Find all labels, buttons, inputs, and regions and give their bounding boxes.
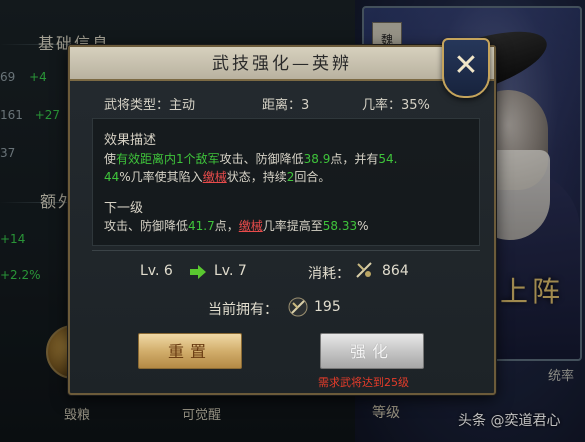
effect-description-line-2: 44%几率使其陷入缴械状态，持续2回合。 <box>104 168 330 185</box>
text: 攻击、防御降低 <box>219 152 304 166</box>
status-keyword[interactable]: 缴械 <box>203 170 227 184</box>
text: 点，并有 <box>330 152 379 166</box>
owned-value: 195 <box>314 299 341 315</box>
highlight-value: 38.9 <box>303 152 331 166</box>
text: 使 <box>104 152 117 166</box>
highlight-value: 41.7 <box>188 219 215 233</box>
reset-button[interactable]: 重置 <box>138 333 242 369</box>
text: 攻击、防御降低 <box>104 219 189 233</box>
text: 点， <box>214 219 239 233</box>
cost-label: 消耗： <box>308 266 350 282</box>
upgrade-requirement-text: 需求武将达到25级 <box>318 376 409 389</box>
effect-title: 效果描述 <box>104 133 157 148</box>
text: %几率使其陷入 <box>119 170 203 184</box>
dialog-title: 武技强化—英辨 <box>212 54 352 74</box>
next-level-title: 下一级 <box>104 201 144 216</box>
text: % <box>357 219 369 233</box>
highlight-value: 58.33 <box>322 219 358 233</box>
highlight-text: 有效距离内1个敌军 <box>116 152 220 166</box>
rate-info: 几率：35% <box>362 98 430 113</box>
highlight-value: 54. <box>378 152 398 166</box>
scroll-icon <box>356 262 372 278</box>
current-level: Lv. 6 <box>140 263 173 279</box>
range-info: 距离：3 <box>262 98 310 113</box>
close-icon: ✕ <box>453 48 479 83</box>
close-button[interactable]: ✕ <box>442 38 490 98</box>
divider <box>92 250 480 251</box>
scroll-icon <box>288 297 308 317</box>
arrow-right-icon <box>190 265 206 279</box>
text: 回合。 <box>294 170 331 184</box>
text: 几率提高至 <box>262 219 323 233</box>
next-level-description: 攻击、防御降低41.7点，缴械几率提高至58.33% <box>104 217 369 234</box>
highlight-value: 44 <box>104 170 120 184</box>
upgrade-button[interactable]: 强化 <box>320 333 424 369</box>
owned-label: 当前拥有： <box>208 302 278 318</box>
status-keyword[interactable]: 缴械 <box>239 219 263 233</box>
cost-value: 864 <box>382 263 409 279</box>
general-type-info: 武将类型：主动 <box>104 98 196 113</box>
text: 状态，持续 <box>226 170 287 184</box>
next-level: Lv. 7 <box>214 263 247 279</box>
effect-description-line-1: 使有效距离内1个敌军攻击、防御降低38.9点，并有54. <box>104 150 398 167</box>
